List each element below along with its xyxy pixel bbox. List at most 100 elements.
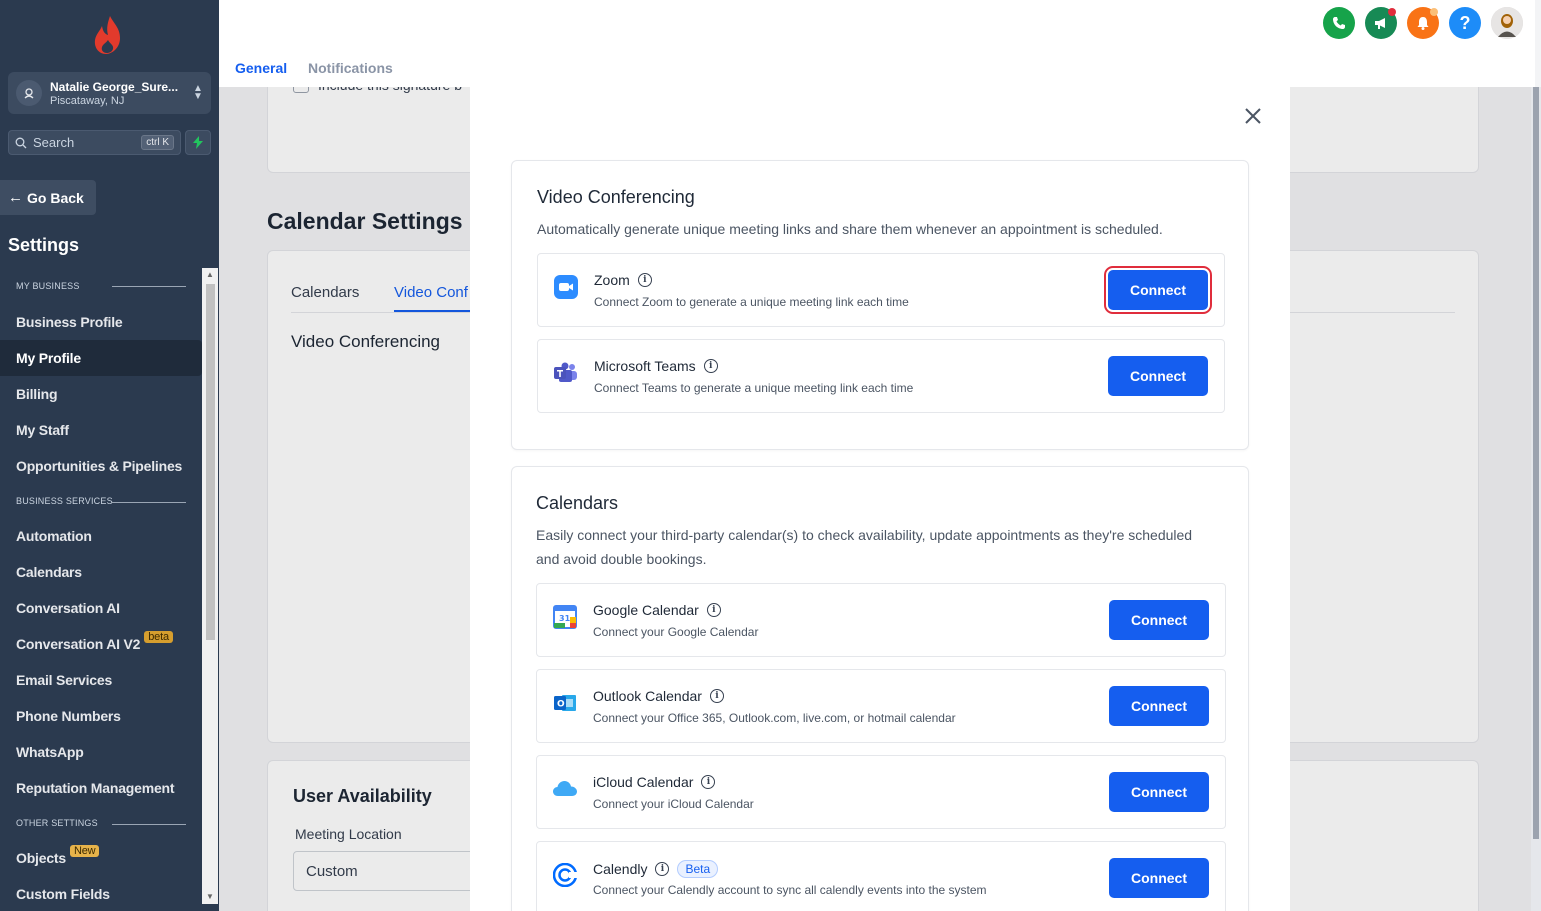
- google-calendar-connect-button[interactable]: Connect: [1109, 600, 1209, 640]
- tab-general[interactable]: General: [235, 60, 287, 76]
- outlook-calendar-icon: O: [552, 690, 578, 716]
- notification-dot: [1430, 8, 1438, 16]
- zoom-connect-button[interactable]: Connect: [1104, 266, 1212, 314]
- sidebar-item-billing[interactable]: Billing: [0, 376, 202, 412]
- outlook-calendar-connect-button[interactable]: Connect: [1109, 686, 1209, 726]
- calendly-row: Calendly i Beta Connect your Calendly acco…: [536, 841, 1226, 911]
- icloud-calendar-title: iCloud Calendar: [593, 774, 694, 790]
- scrollbar-thumb[interactable]: [206, 284, 215, 640]
- sidebar-item-whatsapp[interactable]: WhatsApp: [0, 734, 202, 770]
- sidebar-item-label: Conversation AI V2: [16, 636, 141, 652]
- video-conferencing-title: Video Conferencing: [537, 187, 695, 207]
- zoom-row: Zoom i Connect Zoom to generate a unique …: [537, 253, 1225, 327]
- sidebar-item-custom-fields[interactable]: Custom Fields: [0, 876, 202, 911]
- megaphone-icon[interactable]: [1365, 7, 1397, 39]
- outlook-calendar-description: Connect your Office 365, Outlook.com, li…: [593, 711, 956, 725]
- zoom-description: Connect Zoom to generate a unique meetin…: [594, 295, 909, 309]
- location-pin-icon: [16, 80, 42, 106]
- top-header: General Notifications ?: [219, 0, 1535, 87]
- google-calendar-description: Connect your Google Calendar: [593, 625, 759, 639]
- new-badge: New: [69, 845, 100, 857]
- account-switcher[interactable]: Natalie George_Sure... Piscataway, NJ ▲ ▼: [8, 72, 211, 114]
- search-icon: [15, 137, 27, 148]
- sidebar-item-business-profile[interactable]: Business Profile: [0, 304, 202, 340]
- integrations-modal: Video Conferencing Automatically generat…: [470, 87, 1290, 911]
- teams-row: Microsoft Teams i Connect Teams to genera…: [537, 339, 1225, 413]
- notification-dot: [1388, 8, 1396, 16]
- info-icon[interactable]: i: [637, 273, 652, 287]
- info-icon[interactable]: i: [706, 603, 721, 617]
- phone-icon[interactable]: [1323, 7, 1355, 39]
- lightning-icon: [193, 136, 203, 149]
- beta-badge: beta: [144, 631, 173, 643]
- sidebar-item-automation[interactable]: Automation: [0, 518, 202, 554]
- info-icon[interactable]: i: [655, 862, 670, 876]
- info-icon[interactable]: i: [703, 359, 718, 373]
- sidebar-item-phone-numbers[interactable]: Phone Numbers: [0, 698, 202, 734]
- icloud-calendar-description: Connect your iCloud Calendar: [593, 797, 754, 811]
- search-shortcut: ctrl K: [141, 135, 174, 150]
- outlook-calendar-row: O Outlook Calendar i Connect your Office …: [536, 669, 1226, 743]
- go-back-button[interactable]: ← Go Back: [0, 180, 96, 215]
- brand-logo: [94, 16, 120, 54]
- search-input[interactable]: Search ctrl K: [8, 130, 181, 155]
- user-avatar[interactable]: [1491, 7, 1523, 39]
- icloud-calendar-connect-button[interactable]: Connect: [1109, 772, 1209, 812]
- sidebar-item-my-staff[interactable]: My Staff: [0, 412, 202, 448]
- chevron-updown-icon: ▲ ▼: [193, 83, 203, 102]
- search-placeholder: Search: [33, 135, 75, 150]
- svg-text:31: 31: [559, 614, 571, 623]
- microsoft-teams-icon: [553, 360, 579, 386]
- google-calendar-title: Google Calendar: [593, 602, 699, 618]
- settings-nav: MY BUSINESS Business Profile My Profile …: [0, 268, 202, 911]
- close-icon[interactable]: [1242, 105, 1264, 127]
- sidebar-item-reputation[interactable]: Reputation Management: [0, 770, 202, 806]
- icloud-icon: [552, 776, 578, 802]
- scroll-up-arrow[interactable]: ▲: [202, 268, 218, 282]
- sidebar-item-opportunities[interactable]: Opportunities & Pipelines: [0, 448, 202, 484]
- video-conferencing-panel: Video Conferencing Automatically generat…: [511, 160, 1249, 450]
- quick-actions-button[interactable]: [185, 130, 211, 155]
- google-calendar-icon: 31: [552, 604, 578, 630]
- teams-description: Connect Teams to generate a unique meeti…: [594, 381, 914, 395]
- account-name: Natalie George_Sure...: [50, 79, 179, 94]
- section-other-settings: OTHER SETTINGS: [0, 806, 202, 840]
- sidebar-scrollbar[interactable]: ▲ ▼: [202, 268, 218, 904]
- sidebar-item-conversation-ai[interactable]: Conversation AI: [0, 590, 202, 626]
- zoom-title: Zoom: [594, 272, 630, 288]
- go-back-label: Go Back: [27, 189, 84, 206]
- calendly-icon: [552, 862, 578, 888]
- section-business-services: BUSINESS SERVICES: [0, 484, 202, 518]
- sidebar-item-conversation-ai-v2[interactable]: Conversation AI V2 beta: [0, 626, 202, 662]
- account-location: Piscataway, NJ: [50, 94, 125, 107]
- help-icon[interactable]: ?: [1449, 7, 1481, 39]
- calendars-title: Calendars: [536, 493, 619, 513]
- calendars-panel: Calendars Easily connect your third-part…: [511, 466, 1249, 911]
- calendly-connect-button[interactable]: Connect: [1109, 858, 1209, 898]
- section-my-business: MY BUSINESS: [0, 268, 202, 304]
- icloud-calendar-row: iCloud Calendar i Connect your iCloud Cal…: [536, 755, 1226, 829]
- sidebar-item-calendars[interactable]: Calendars: [0, 554, 202, 590]
- sidebar-item-my-profile[interactable]: My Profile: [0, 340, 202, 376]
- svg-text:O: O: [557, 700, 565, 710]
- settings-title: Settings: [8, 235, 80, 255]
- bell-icon[interactable]: [1407, 7, 1439, 39]
- sidebar-item-objects[interactable]: Objects New: [0, 840, 202, 876]
- sidebar-item-label: Objects: [16, 850, 66, 866]
- video-conferencing-description: Automatically generate unique meeting li…: [537, 221, 1163, 237]
- zoom-icon: [553, 274, 579, 300]
- google-calendar-row: 31 Google Calendar i Connect your Google …: [536, 583, 1226, 657]
- tab-notifications[interactable]: Notifications: [308, 60, 393, 76]
- calendly-description: Connect your Calendly account to sync al…: [593, 883, 987, 897]
- beta-badge: Beta: [677, 860, 719, 878]
- page-scrollbar[interactable]: [1531, 87, 1541, 911]
- info-icon[interactable]: i: [709, 689, 724, 703]
- info-icon[interactable]: i: [701, 775, 716, 789]
- teams-connect-button[interactable]: Connect: [1108, 356, 1208, 396]
- teams-title: Microsoft Teams: [594, 358, 696, 374]
- calendly-title: Calendly: [593, 861, 648, 877]
- outlook-calendar-title: Outlook Calendar: [593, 688, 702, 704]
- sidebar-item-email-services[interactable]: Email Services: [0, 662, 202, 698]
- page-scrollbar-thumb[interactable]: [1533, 87, 1539, 839]
- scroll-down-arrow[interactable]: ▼: [202, 890, 218, 904]
